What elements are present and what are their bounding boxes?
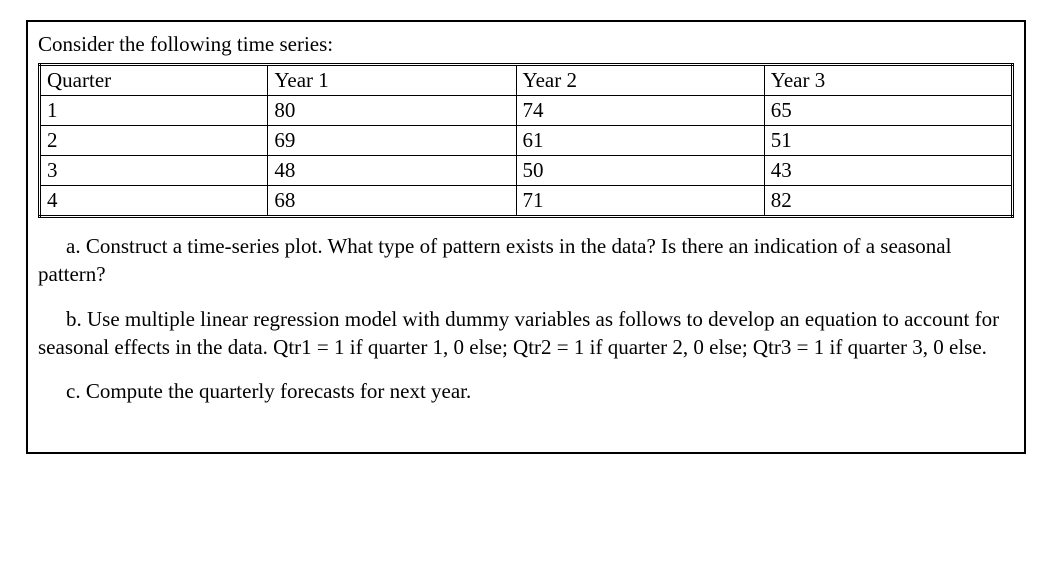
- cell-year1: 48: [268, 156, 516, 186]
- cell-year2: 74: [516, 96, 764, 126]
- question-c: c. Compute the quarterly forecasts for n…: [38, 377, 1014, 405]
- cell-quarter: 3: [40, 156, 268, 186]
- cell-year3: 43: [764, 156, 1012, 186]
- cell-year1: 69: [268, 126, 516, 156]
- cell-quarter: 4: [40, 186, 268, 217]
- header-year3: Year 3: [764, 65, 1012, 96]
- table-row: 3 48 50 43: [40, 156, 1013, 186]
- cell-year3: 82: [764, 186, 1012, 217]
- cell-year2: 61: [516, 126, 764, 156]
- intro-text: Consider the following time series:: [38, 32, 1014, 57]
- question-b: b. Use multiple linear regression model …: [38, 305, 1014, 362]
- table-header-row: Quarter Year 1 Year 2 Year 3: [40, 65, 1013, 96]
- cell-year2: 50: [516, 156, 764, 186]
- cell-year1: 68: [268, 186, 516, 217]
- cell-quarter: 1: [40, 96, 268, 126]
- cell-year3: 65: [764, 96, 1012, 126]
- table-row: 2 69 61 51: [40, 126, 1013, 156]
- cell-year1: 80: [268, 96, 516, 126]
- table-row: 4 68 71 82: [40, 186, 1013, 217]
- cell-year3: 51: [764, 126, 1012, 156]
- cell-year2: 71: [516, 186, 764, 217]
- table-row: 1 80 74 65: [40, 96, 1013, 126]
- problem-container: Consider the following time series: Quar…: [26, 20, 1026, 454]
- header-quarter: Quarter: [40, 65, 268, 96]
- header-year2: Year 2: [516, 65, 764, 96]
- cell-quarter: 2: [40, 126, 268, 156]
- header-year1: Year 1: [268, 65, 516, 96]
- time-series-table: Quarter Year 1 Year 2 Year 3 1 80 74 65 …: [38, 63, 1014, 218]
- question-a: a. Construct a time-series plot. What ty…: [38, 232, 1014, 289]
